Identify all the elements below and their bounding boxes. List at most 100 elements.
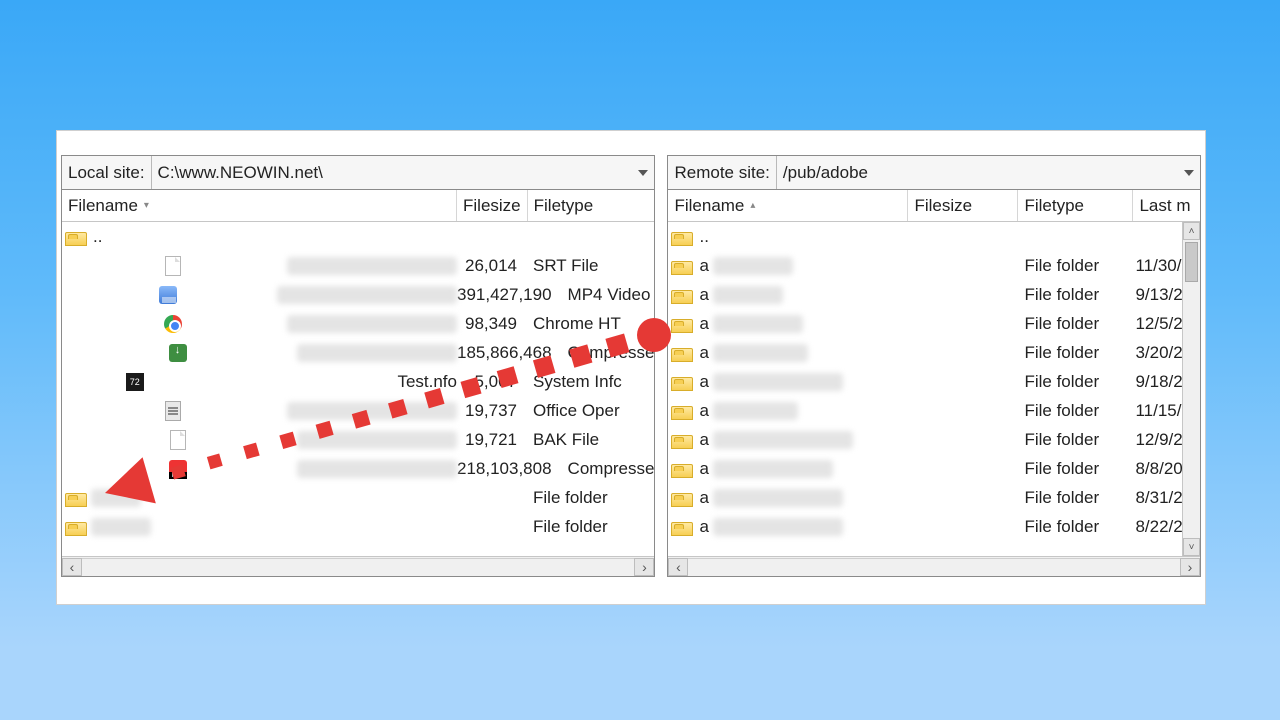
filename-text: a	[699, 343, 708, 363]
table-row[interactable]: aFile folder12/9/2	[668, 425, 1200, 454]
local-hscroll-track[interactable]	[82, 558, 634, 576]
scroll-left-icon[interactable]	[668, 558, 688, 576]
redacted-filename	[713, 518, 843, 536]
scroll-right-icon[interactable]	[1180, 558, 1200, 576]
table-row[interactable]: aFile folder9/18/2	[668, 367, 1200, 396]
filesize-text: 5,007	[457, 372, 527, 392]
redacted-filename	[287, 257, 457, 275]
scroll-left-icon[interactable]	[62, 558, 82, 576]
filesize-text: 218,103,808	[457, 459, 562, 479]
remote-pane: Remote site: /pub/adobe Filename ▴ Files…	[667, 155, 1201, 577]
ftp-client-window: Local site: C:\www.NEOWIN.net\ Filename …	[56, 130, 1206, 605]
table-row[interactable]: aFile folder12/5/2	[668, 309, 1200, 338]
vscroll-thumb[interactable]	[1185, 242, 1198, 282]
table-row[interactable]: File folder	[62, 512, 654, 541]
chevron-down-icon[interactable]	[1184, 170, 1194, 176]
redacted-filename	[91, 489, 141, 507]
filename-text: ..	[93, 227, 102, 247]
filetype-text: Compresse	[562, 343, 655, 363]
remote-list-header: Filename ▴ Filesize Filetype Last m	[668, 190, 1200, 222]
filetype-text: System Infc	[527, 372, 654, 392]
local-path-text: C:\www.NEOWIN.net\	[158, 163, 323, 183]
filename-text: a	[699, 256, 708, 276]
scroll-right-icon[interactable]	[634, 558, 654, 576]
table-row[interactable]: 218,103,808Compresse	[62, 454, 654, 483]
local-header-filename[interactable]: Filename ▾	[62, 190, 457, 221]
filename-text: a	[699, 285, 708, 305]
table-row[interactable]: aFile folder11/30/	[668, 251, 1200, 280]
redacted-filename	[287, 315, 457, 333]
scroll-down-icon[interactable]	[1183, 538, 1200, 556]
table-row[interactable]: Test.nfo5,007System Infc	[62, 367, 654, 396]
folder-icon	[671, 290, 693, 304]
folder-icon	[671, 377, 693, 391]
remote-file-list[interactable]: ..aFile folder11/30/aFile folder9/13/2aF…	[668, 222, 1200, 556]
filename-text: a	[699, 459, 708, 479]
local-hscrollbar[interactable]	[62, 556, 654, 576]
folder-icon	[671, 464, 693, 478]
folder-icon	[671, 522, 693, 536]
folder-icon	[65, 493, 87, 507]
local-file-list[interactable]: .. 26,014SRT File391,427,190MP4 Video98,3…	[62, 222, 654, 556]
filetype-text: File folder	[1018, 430, 1133, 450]
remote-path-input[interactable]: /pub/adobe	[776, 156, 1200, 189]
table-row[interactable]: aFile folder8/31/2	[668, 483, 1200, 512]
redacted-filename	[713, 257, 793, 275]
remote-header-filetype[interactable]: Filetype	[1018, 190, 1133, 221]
filetype-text: SRT File	[527, 256, 654, 276]
redacted-filename	[713, 373, 843, 391]
filename-text: ..	[699, 227, 708, 247]
redacted-filename	[277, 286, 457, 304]
table-row[interactable]: aFile folder8/8/20	[668, 454, 1200, 483]
remote-header-lastmod[interactable]: Last m	[1133, 190, 1200, 221]
file-icon	[164, 315, 182, 333]
table-row[interactable]: 391,427,190MP4 Video	[62, 280, 654, 309]
remote-vscrollbar[interactable]	[1182, 222, 1200, 556]
filetype-text: Chrome HT	[527, 314, 654, 334]
folder-icon	[671, 232, 693, 246]
table-row[interactable]: ..	[62, 222, 654, 251]
chevron-down-icon[interactable]	[638, 170, 648, 176]
filesize-text: 19,737	[457, 401, 527, 421]
file-icon	[169, 460, 187, 478]
table-row[interactable]: aFile folder9/13/2	[668, 280, 1200, 309]
table-row[interactable]: 98,349Chrome HT	[62, 309, 654, 338]
table-row[interactable]: 19,721BAK File	[62, 425, 654, 454]
filesize-text: 185,866,468	[457, 343, 562, 363]
table-row[interactable]: aFile folder8/22/2	[668, 512, 1200, 541]
redacted-filename	[297, 431, 457, 449]
remote-hscroll-track[interactable]	[688, 558, 1180, 576]
local-path-input[interactable]: C:\www.NEOWIN.net\	[151, 156, 655, 189]
remote-hscrollbar[interactable]	[668, 556, 1200, 576]
table-row[interactable]: 19,737Office Oper	[62, 396, 654, 425]
scroll-up-icon[interactable]	[1183, 222, 1200, 240]
local-header-filesize[interactable]: Filesize	[457, 190, 528, 221]
table-row[interactable]: File folder	[62, 483, 654, 512]
folder-icon	[671, 319, 693, 333]
redacted-filename	[713, 344, 808, 362]
table-row[interactable]: 26,014SRT File	[62, 251, 654, 280]
filesize-text: 19,721	[457, 430, 527, 450]
local-list-header: Filename ▾ Filesize Filetype	[62, 190, 654, 222]
local-header-filetype[interactable]: Filetype	[528, 190, 655, 221]
remote-path-text: /pub/adobe	[783, 163, 868, 183]
filetype-text: File folder	[1018, 459, 1133, 479]
table-row[interactable]: 185,866,468Compresse	[62, 338, 654, 367]
table-row[interactable]: aFile folder3/20/2	[668, 338, 1200, 367]
folder-icon	[65, 522, 87, 536]
table-row[interactable]: ..	[668, 222, 1200, 251]
folder-icon	[671, 261, 693, 275]
redacted-filename	[91, 518, 151, 536]
filetype-text: File folder	[1018, 517, 1133, 537]
redacted-filename	[713, 431, 853, 449]
filetype-text: File folder	[1018, 401, 1133, 421]
file-icon	[159, 286, 177, 304]
redacted-filename	[713, 460, 833, 478]
filetype-text: File folder	[1018, 314, 1133, 334]
filename-text: Test.nfo	[397, 372, 457, 392]
remote-header-filename[interactable]: Filename ▴	[668, 190, 908, 221]
filename-text: a	[699, 401, 708, 421]
remote-header-filesize[interactable]: Filesize	[908, 190, 1018, 221]
table-row[interactable]: aFile folder11/15/	[668, 396, 1200, 425]
filetype-text: MP4 Video	[562, 285, 655, 305]
